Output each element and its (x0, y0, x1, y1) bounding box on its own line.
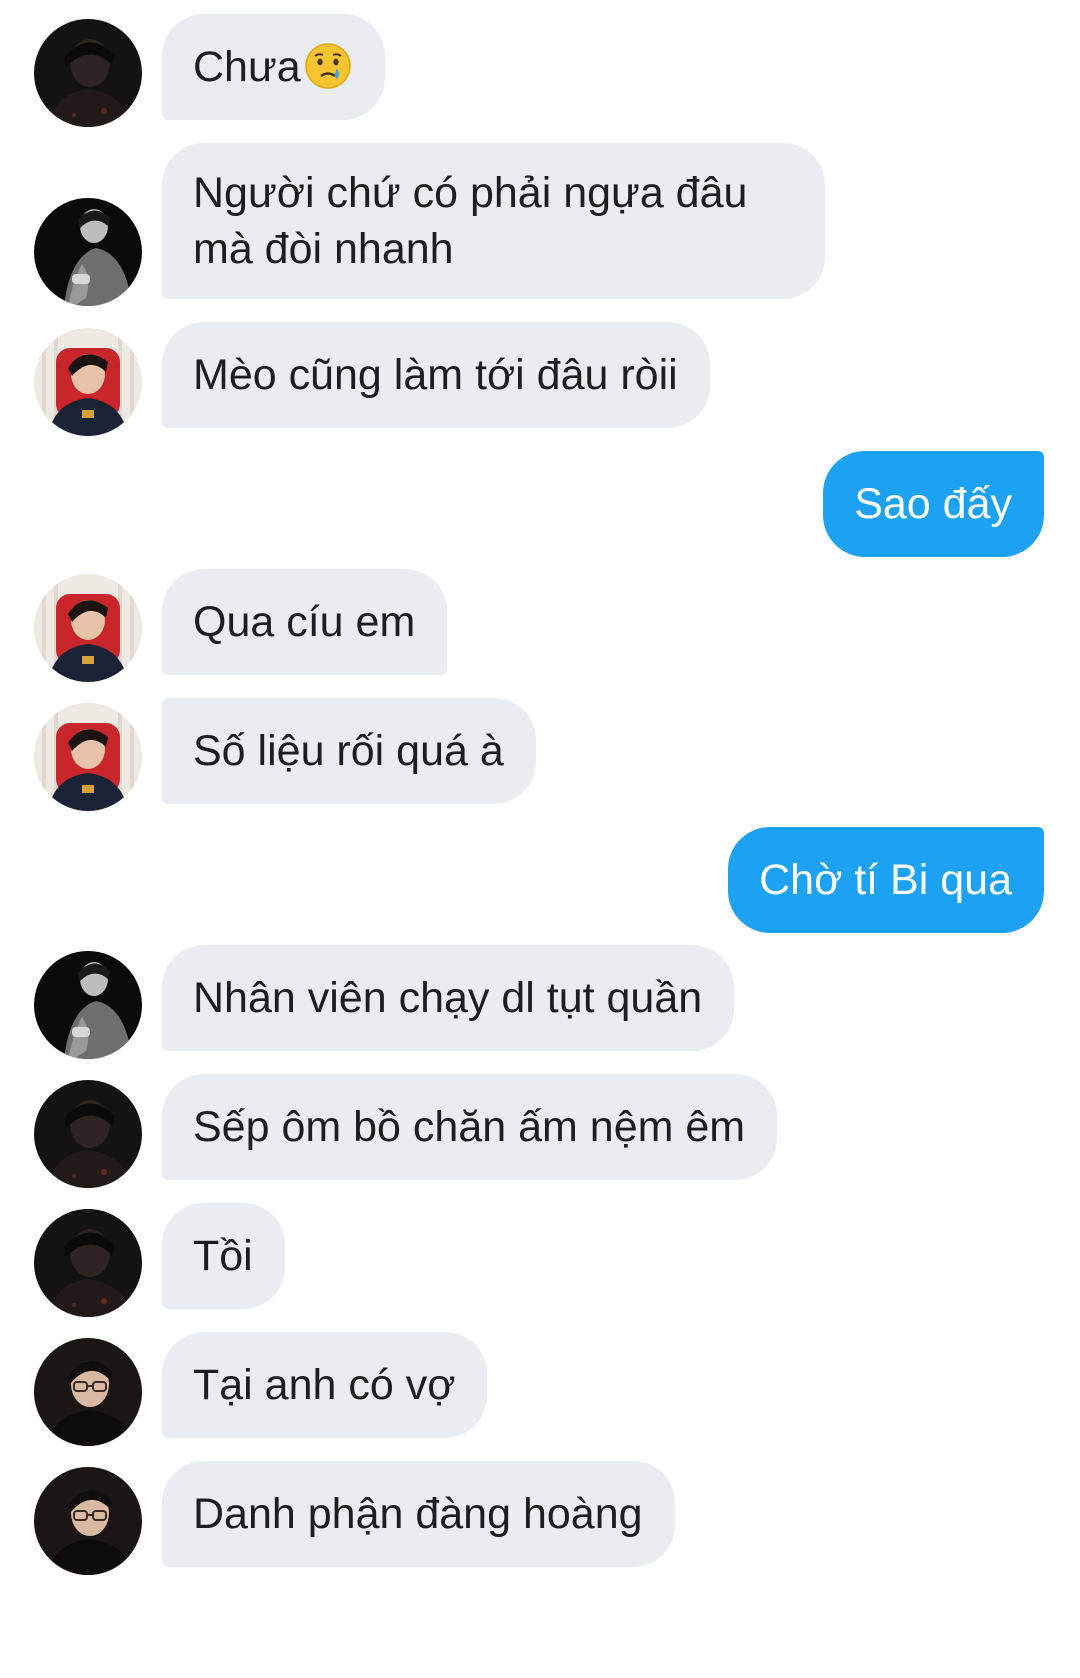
crying-face-emoji-icon (304, 43, 351, 89)
message-bubble[interactable]: Danh phận đàng hoàng (162, 1461, 675, 1567)
message-text: Chờ tí Bi qua (759, 856, 1012, 904)
avatar-glasses-icon (34, 1467, 142, 1575)
avatar-dark-icon (34, 19, 142, 127)
message-text: Người chứ có phải ngựa đâu mà đòi nhanh (193, 169, 748, 273)
avatar-red-chair[interactable] (34, 328, 142, 436)
avatar-dark-icon (34, 1080, 142, 1188)
avatar-red-chair-icon (34, 574, 142, 682)
message-text: Tại anh có vợ (193, 1361, 456, 1409)
message-text: Chưa (193, 43, 301, 91)
avatar-glasses[interactable] (34, 1467, 142, 1575)
avatar-red-chair[interactable] (34, 703, 142, 811)
avatar-glasses-icon (34, 1338, 142, 1446)
chat-thread[interactable]: Chưa Người chứ có phải ngựa đâu mà đòi n… (0, 0, 1080, 1678)
avatar-bw-icon (34, 198, 142, 306)
avatar-glasses[interactable] (34, 1338, 142, 1446)
avatar-red-chair-icon (34, 703, 142, 811)
message-bubble[interactable]: Người chứ có phải ngựa đâu mà đòi nhanh (162, 143, 825, 299)
avatar-bw[interactable] (34, 198, 142, 306)
message-bubble[interactable]: Nhân viên chạy dl tụt quần (162, 945, 735, 1051)
message-text: Sếp ôm bồ chăn ấm nệm êm (193, 1103, 746, 1151)
avatar-bw[interactable] (34, 951, 142, 1059)
message-text: Số liệu rối quá à (193, 727, 504, 775)
message-text: Sao đấy (854, 480, 1012, 528)
message-bubble[interactable]: Qua cíu em (162, 569, 448, 675)
message-text: Danh phận đàng hoàng (193, 1490, 643, 1538)
message-bubble[interactable]: Tại anh có vợ (162, 1332, 488, 1438)
message-bubble-outgoing[interactable]: Sao đấy (823, 451, 1044, 557)
message-bubble[interactable]: Số liệu rối quá à (162, 698, 536, 804)
message-text: Tồi (193, 1232, 253, 1280)
avatar-dark[interactable] (34, 1209, 142, 1317)
avatar-bw-icon (34, 951, 142, 1059)
message-text: Nhân viên chạy dl tụt quần (193, 974, 703, 1022)
avatar-red-chair-icon (34, 328, 142, 436)
avatar-dark[interactable] (34, 19, 142, 127)
message-text: Mèo cũng làm tới đâu ròii (193, 351, 678, 399)
avatar-dark-icon (34, 1209, 142, 1317)
message-bubble[interactable]: Chưa (162, 14, 385, 120)
message-bubble-outgoing[interactable]: Chờ tí Bi qua (728, 827, 1044, 933)
message-bubble[interactable]: Mèo cũng làm tới đâu ròii (162, 322, 710, 428)
avatar-dark[interactable] (34, 1080, 142, 1188)
message-text: Qua cíu em (193, 598, 416, 646)
message-bubble[interactable]: Sếp ôm bồ chăn ấm nệm êm (162, 1074, 778, 1180)
avatar-red-chair[interactable] (34, 574, 142, 682)
message-bubble[interactable]: Tồi (162, 1203, 285, 1309)
